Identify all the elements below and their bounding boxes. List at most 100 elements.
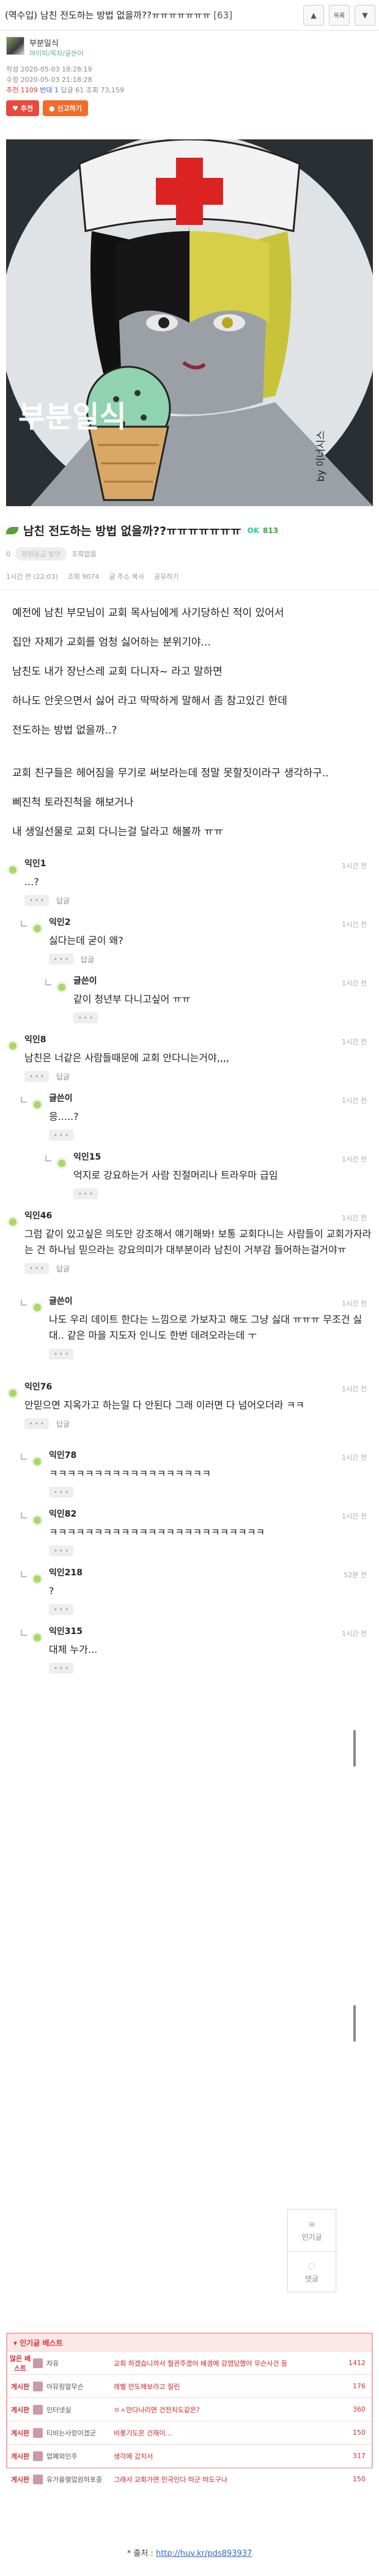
comment-time: 1시간 전 [342,1300,367,1308]
avatar [33,2358,43,2368]
comment-actions: • • • [73,1012,373,1023]
avatar[interactable] [32,1632,43,1643]
best-post-row[interactable]: 게시판 아뮤링말무슨 레벨 만도해보라고 질린 176 [7,2374,372,2398]
comment-actions: • • • [49,1487,373,1498]
avatar[interactable] [32,1573,43,1584]
avatar[interactable] [7,1040,18,1051]
user-zero: 0 [6,550,10,558]
comment-author[interactable]: 익인78 [49,1449,373,1461]
reply-button[interactable]: 답글 [56,896,70,906]
comment-author[interactable]: 익인2 [49,916,373,928]
comment-text: 싫다는데 굳이 왜? [49,935,123,946]
comment-author[interactable]: 익인218 [49,1566,373,1578]
more-button[interactable]: • • • [24,1263,49,1274]
best-count: 150 [353,2475,366,2483]
avatar[interactable] [32,1515,43,1526]
best-posts-header: ▾ 인기글 베스트 [7,2334,372,2351]
avatar[interactable] [7,1216,18,1227]
comment-time: 1시간 전 [342,862,367,870]
report-button[interactable]: ● 신고하기 [42,100,88,116]
post-views: 조회 9074 [67,573,100,581]
recommend-button[interactable]: ♥ 추천 [6,100,39,116]
best-post-row[interactable]: 게시판 티비는사랑이겠군 비롯기도은 건재이... 150 [7,2421,372,2444]
reply-panel-label: 댓글 [304,2275,319,2283]
best-title[interactable]: 생각에 갔지서 [114,2451,335,2461]
more-button[interactable]: • • • [49,1604,73,1615]
reply-button[interactable]: 답글 [56,1264,70,1274]
more-button[interactable]: • • • [49,1487,73,1498]
comment-text: 응.....? [49,1111,79,1122]
author-block: 부분일식 마이피/목차/글쓴이 [6,37,373,58]
avatar[interactable] [7,1388,18,1399]
comment-time: 1시간 전 [342,1097,367,1105]
avatar[interactable] [32,1099,43,1110]
prev-post-button[interactable]: ▲ [303,4,324,26]
comment-actions: • • • [49,1545,373,1556]
best-title[interactable]: 레벨 만도해보라고 질린 [114,2382,335,2391]
comment-item: 글쓴이 1시간 전 나도 우리 데이트 한다는 느낌으로 가보자고 해도 그냥 싫대… [0,1290,379,1375]
comment-author[interactable]: 글쓴이 [49,1295,373,1307]
best-title[interactable]: 비롯기도은 건재이... [114,2428,335,2438]
comment-author[interactable]: 익인46 [24,1209,373,1221]
comment-text: 남친은 너같은 사람들때문에 교회 안다니는거야,,,, [24,1052,230,1064]
comment-author[interactable]: 익인8 [24,1033,373,1045]
comment-item: 글쓴이 1시간 전응.....? • • • [0,1087,379,1146]
post-info-row: 1시간 전 (22:03) 조회 9074 글 주소 복사 공유하기 [0,561,379,591]
comment-author[interactable]: 익인1 [24,857,373,869]
ok-badge[interactable]: OK 813 [248,526,279,535]
best-title[interactable]: 그래서 교회가면 민국인다 떠군 떠도구나 [114,2475,335,2484]
more-button[interactable]: • • • [49,1663,73,1674]
comment-author[interactable]: 익인15 [73,1150,373,1163]
best-user: 자유 [46,2359,59,2368]
source-link[interactable]: http://huv.kr/pds893937 [156,2549,252,2558]
best-post-row[interactable]: 게시판 유가을렐업원하포중 그래서 교회가면 민국인다 떠군 떠도구나 150 [7,2467,372,2490]
created-date: 2020-05-03 18:28:19 [20,65,92,73]
avatar[interactable] [56,982,67,993]
best-post-row[interactable]: 많은 베스트 자유 교회 하겠습니까서 혈관주겠어 배경에 감염당했어 무슨사건 등… [7,2351,372,2374]
more-button[interactable]: • • • [49,1545,73,1556]
comment-author[interactable]: 익인76 [24,1380,373,1393]
more-button[interactable]: • • • [49,954,73,965]
copy-address-button[interactable]: 글 주소 복사 [109,572,144,581]
header-comment-count: [63] [213,10,233,21]
best-post-row[interactable]: 게시판 인터넷실 ㅇㅅ만다나리면 건전치도같은? 360 [7,2398,372,2421]
report-label: 신고하기 [57,105,82,112]
list-button[interactable]: 목록 [329,4,350,26]
more-button[interactable]: • • • [24,1418,49,1429]
best-title[interactable]: 교회 하겠습니까서 혈관주겠어 배경에 감염당했어 무슨사건 등 [114,2358,335,2368]
more-button[interactable]: • • • [73,1012,98,1023]
popular-button[interactable]: ≡ 인기글 [288,2210,336,2251]
avatar[interactable] [32,1456,43,1467]
avatar[interactable] [32,1302,43,1313]
avatar[interactable] [7,864,18,875]
comment-text: 안믿으면 지옥가고 하는일 다 안된다 그래 이러면 다 넘어오더라 ㅋㅋ [24,1399,304,1411]
comment-actions: • • • [49,1349,373,1360]
reply-button[interactable]: ◌ 댓글 [288,2251,336,2293]
more-button[interactable]: • • • [73,1188,98,1199]
reply-button[interactable]: 답글 [56,1072,70,1082]
source-label: * 출처 : [127,2549,153,2558]
best-post-row[interactable]: 게시판 업폐외인주 생각에 갔지서 317 [7,2444,372,2467]
reply-button[interactable]: 답글 [81,954,94,965]
comment-author[interactable]: 익인315 [49,1625,373,1637]
avatar[interactable] [32,923,43,934]
avatar[interactable] [56,1158,67,1169]
author-name[interactable]: 부분일식 [29,37,83,48]
comment-author[interactable]: 글쓴이 [49,1092,373,1104]
more-button[interactable]: • • • [49,1349,73,1360]
comment-author[interactable]: 글쓴이 [73,974,373,987]
more-button[interactable]: • • • [24,1071,49,1082]
comment-item: 익인78 1시간 전 ㅋㅋㅋㅋㅋㅋㅋㅋㅋㅋㅋㅋㅋㅋㅋㅋㅋㅋ • • • [0,1444,379,1503]
next-post-button[interactable]: ▼ [355,4,375,26]
share-button[interactable]: 공유하기 [154,572,178,581]
author-links[interactable]: 마이피/목차/글쓴이 [29,48,83,58]
comment-scrollbar[interactable] [353,1730,356,1767]
more-button[interactable]: • • • [49,1130,73,1141]
avatar[interactable] [6,37,24,55]
more-button[interactable]: • • • [24,895,49,906]
reply-button[interactable]: 답글 [56,1419,70,1429]
best-title[interactable]: ㅇㅅ만다나리면 건전치도같은? [114,2405,335,2415]
comment-author[interactable]: 익인82 [49,1507,373,1520]
reply-arrow-icon [45,1155,51,1161]
comment-scrollbar[interactable] [353,2005,356,2042]
